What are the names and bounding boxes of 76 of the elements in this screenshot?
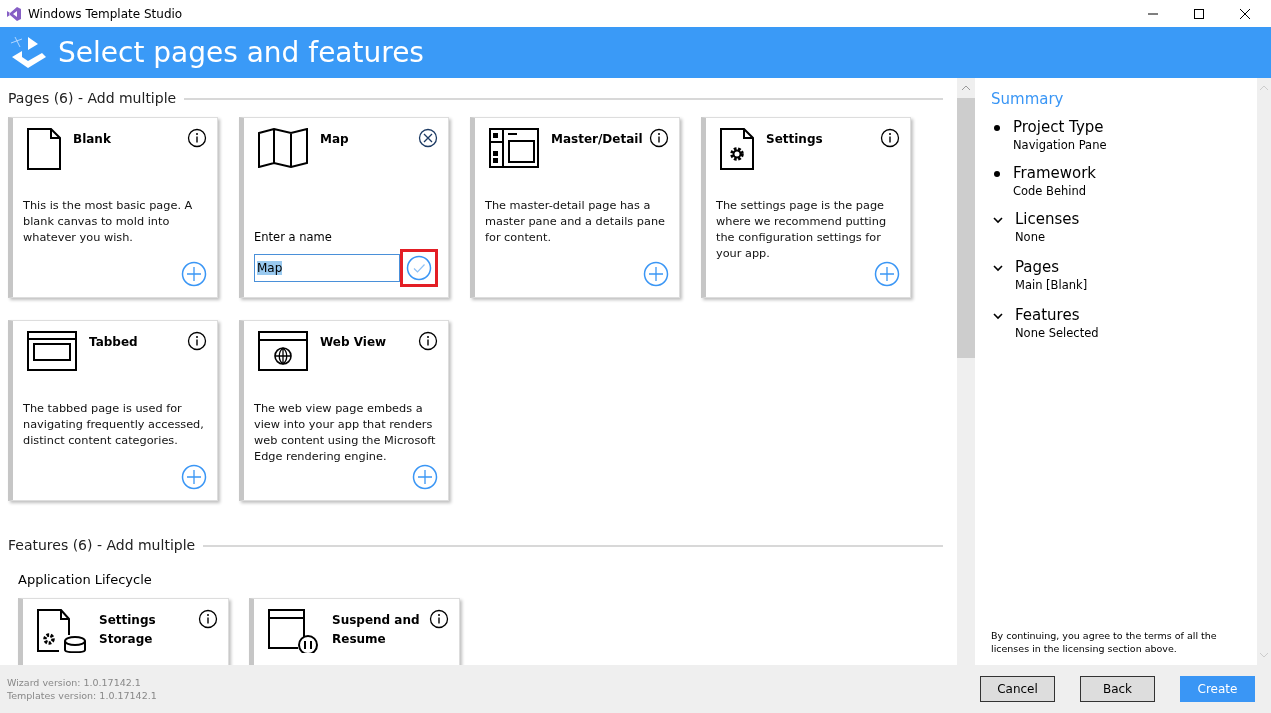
web-window-icon [258,331,308,371]
name-label: Enter a name [254,230,333,244]
template-logo-icon [8,34,48,71]
card-title: Map [320,131,350,148]
info-icon[interactable] [198,609,218,629]
summary-item-value: Code Behind [1013,184,1088,198]
window-title: Windows Template Studio [28,6,183,21]
feature-card[interactable]: Settings Storage [18,598,229,665]
group-title: Application Lifecycle [18,572,152,587]
bullet-icon [993,124,1001,132]
dialog-button[interactable]: Cancel [980,676,1055,702]
map-icon [258,128,308,168]
add-icon[interactable] [181,261,207,287]
license-note: By continuing, you agree to the terms of all the licenses in the licensing section above. [991,629,1218,655]
summary-item-title: Pages [1015,258,1061,276]
card-title: Web View [320,334,388,351]
page-icon [27,128,61,170]
section-title: Features (6) - Add multiple [8,537,196,553]
page-card[interactable]: Web View The web view page embeds a view into your app that renders web content using the Microsoft Edge rendering engine. [239,320,449,501]
card-title: Blank [73,131,112,148]
info-icon[interactable] [880,128,900,148]
version-text: Templates version: 1.0.17142.1 [7,690,157,701]
window-pause-icon [268,609,320,653]
scrollbar-thumb[interactable] [957,98,975,358]
summary-item-value: Main [Blank] [1015,278,1088,292]
summary-item-title: Project Type [1013,118,1105,136]
summary-item-value: None [1015,230,1046,244]
summary-title: Summary [991,90,1065,108]
maximize-icon[interactable] [1193,7,1205,20]
page-heading: Select pages and features [58,36,424,69]
settings-storage-icon [37,609,87,653]
card-title: Settings [766,131,824,148]
app-logo-icon [6,5,22,22]
feature-card[interactable]: Suspend and Resume [249,598,460,665]
info-icon[interactable] [649,128,669,148]
card-description: The tabbed page is used for navigating frequently accessed, distinct content categories. [23,401,205,449]
card-description: The master-detail page has a master pane and a details pane for content. [485,198,666,246]
summary-item-title: Features [1015,306,1081,324]
add-icon[interactable] [643,261,669,287]
card-title: Master/Detail [551,131,643,148]
card-title: Tabbed [89,334,139,351]
add-icon[interactable] [874,261,900,287]
page-card[interactable]: Blank This is the most basic page. A blank canvas to mold into whatever you wish. [8,117,218,298]
page-card[interactable]: Settings The settings page is the page where we recommend putting the configuration settings for your app. [701,117,911,298]
bullet-icon [993,170,1001,178]
tabbed-window-icon [27,331,77,371]
name-input-field[interactable]: Map [254,254,400,282]
chevron-down-icon[interactable] [993,216,1003,224]
section-title: Pages (6) - Add multiple [8,90,177,106]
close-icon[interactable] [418,128,438,148]
add-icon[interactable] [181,464,207,490]
chevron-down-icon[interactable] [993,312,1003,320]
page-card[interactable]: Map Enter a name Map [239,117,449,298]
close-icon[interactable] [1239,7,1251,20]
version-text: Wizard version: 1.0.17142.1 [7,677,142,688]
summary-item-value: None Selected [1015,326,1099,340]
card-title: Settings Storage [99,612,157,648]
card-title: Suspend and Resume [332,612,421,648]
summary-item-title: Licenses [1015,210,1080,228]
settings-page-icon [720,128,754,170]
dialog-button[interactable]: Back [1080,676,1155,702]
card-description: The web view page embeds a view into your app that renders web content using the Microsoft Edge rendering engine. [254,401,437,465]
master-detail-icon [489,128,539,168]
page-card[interactable]: Master/Detail The master-detail page has a master pane and a details pane for content. [470,117,680,298]
summary-item-title: Framework [1013,164,1097,182]
chevron-down-icon[interactable] [993,264,1003,272]
page-card[interactable]: Tabbed The tabbed page is used for navigating frequently accessed, distinct content categories. [8,320,218,501]
summary-item-value: Navigation Pane [1013,138,1107,152]
info-icon[interactable] [187,331,207,351]
card-description: This is the most basic page. A blank canvas to mold into whatever you wish. [23,198,194,246]
info-icon[interactable] [418,331,438,351]
card-description: The settings page is the page where we recommend putting the configuration settings for your app. [716,198,888,262]
confirm-icon[interactable] [406,255,432,281]
add-icon[interactable] [412,464,438,490]
info-icon[interactable] [187,128,207,148]
info-icon[interactable] [429,609,449,629]
